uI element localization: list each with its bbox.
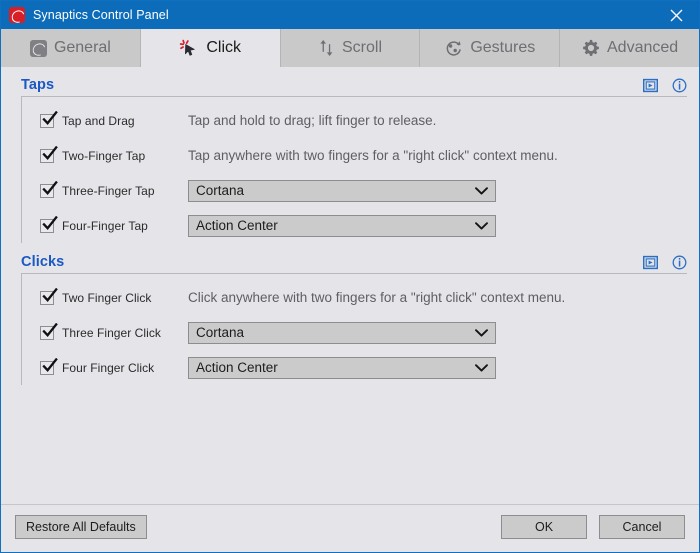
combo-wrap: Action CenterCortanaPlay/PauseMiddle Cli… bbox=[188, 356, 496, 379]
checkbox-label: Tap and Drag bbox=[62, 113, 135, 128]
checkbox-tap-and-drag[interactable]: Tap and Drag bbox=[40, 110, 188, 128]
ok-button[interactable]: OK bbox=[501, 514, 587, 539]
checkbox-label: Four-Finger Tap bbox=[62, 218, 148, 233]
checkbox-box bbox=[40, 110, 58, 128]
info-circle-icon[interactable] bbox=[672, 78, 687, 93]
rotate-fingers-icon bbox=[444, 39, 463, 57]
checkbox-box bbox=[40, 322, 58, 340]
synaptics-logo-icon bbox=[9, 7, 27, 25]
row-two-finger-tap: Two-Finger Tap Tap anywhere with two fin… bbox=[22, 138, 687, 173]
select-three-finger-tap-action[interactable]: CortanaAction CenterPlay/PauseMiddle Cli… bbox=[188, 179, 496, 202]
checkbox-box bbox=[40, 357, 58, 375]
combo-wrap: CortanaAction CenterPlay/PauseMiddle Cli… bbox=[188, 321, 496, 344]
checkbox-two-finger-click[interactable]: Two Finger Click bbox=[40, 287, 188, 305]
video-play-icon[interactable] bbox=[642, 78, 659, 93]
checkbox-two-finger-tap[interactable]: Two-Finger Tap bbox=[40, 145, 188, 163]
checkbox-three-finger-click[interactable]: Three Finger Click bbox=[40, 322, 188, 340]
window-title: Synaptics Control Panel bbox=[33, 8, 169, 22]
checkbox-label: Three-Finger Tap bbox=[62, 183, 155, 198]
combo-wrap: Action CenterCortanaPlay/PauseMiddle Cli… bbox=[188, 214, 496, 237]
row-description: Click anywhere with two fingers for a "r… bbox=[188, 290, 566, 305]
checkbox-box bbox=[40, 215, 58, 233]
check-icon bbox=[42, 215, 58, 230]
tab-advanced[interactable]: Advanced bbox=[560, 29, 699, 67]
row-three-finger-click: Three Finger Click CortanaAction CenterP… bbox=[22, 315, 687, 350]
up-down-arrows-icon bbox=[318, 39, 335, 57]
tab-advanced-label: Advanced bbox=[607, 39, 679, 56]
video-play-icon[interactable] bbox=[642, 255, 659, 270]
row-tap-and-drag: Tap and Drag Tap and hold to drag; lift … bbox=[22, 103, 687, 138]
cancel-button[interactable]: Cancel bbox=[599, 514, 685, 539]
checkbox-label: Three Finger Click bbox=[62, 325, 161, 340]
section-taps: Taps Tap and Drag Tap and hold to drag; … bbox=[1, 67, 699, 243]
section-clicks: Clicks Two Finger Click Click anywhere w… bbox=[1, 243, 699, 385]
dialog-footer: Restore All Defaults OK Cancel bbox=[1, 504, 699, 548]
taps-groupbox: Tap and Drag Tap and hold to drag; lift … bbox=[21, 96, 687, 243]
close-button[interactable] bbox=[653, 1, 699, 29]
section-taps-header: Taps bbox=[1, 74, 699, 96]
checkbox-four-finger-tap[interactable]: Four-Finger Tap bbox=[40, 215, 188, 233]
tab-general[interactable]: General bbox=[1, 29, 141, 67]
tab-gestures[interactable]: Gestures bbox=[420, 29, 561, 67]
tab-scroll-label: Scroll bbox=[341, 39, 382, 56]
checkbox-four-finger-click[interactable]: Four Finger Click bbox=[40, 357, 188, 375]
synaptics-control-panel-window: Synaptics Control Panel General Click Sc… bbox=[0, 0, 700, 553]
checkbox-label: Two Finger Click bbox=[62, 290, 152, 305]
tab-general-label: General bbox=[53, 39, 111, 56]
gear-icon bbox=[581, 39, 600, 58]
tab-click[interactable]: Click bbox=[140, 29, 280, 67]
close-icon bbox=[670, 9, 682, 21]
section-clicks-title: Clicks bbox=[21, 254, 65, 270]
row-four-finger-click: Four Finger Click Action CenterCortanaPl… bbox=[22, 350, 687, 385]
select-three-finger-click-action[interactable]: CortanaAction CenterPlay/PauseMiddle Cli… bbox=[188, 321, 496, 344]
section-clicks-icons bbox=[642, 255, 687, 270]
check-icon bbox=[42, 145, 58, 160]
check-icon bbox=[42, 180, 58, 195]
tab-strip: General Click Scroll Gestures Advanced bbox=[1, 29, 699, 67]
checkbox-box bbox=[40, 287, 58, 305]
row-description: Tap and hold to drag; lift finger to rel… bbox=[188, 113, 437, 128]
check-icon bbox=[42, 287, 58, 302]
click-settings-panel: Taps Tap and Drag Tap and hold to drag; … bbox=[1, 67, 699, 548]
checkbox-box bbox=[40, 180, 58, 198]
section-taps-title: Taps bbox=[21, 77, 55, 93]
section-clicks-header: Clicks bbox=[1, 251, 699, 273]
title-bar: Synaptics Control Panel bbox=[1, 1, 699, 29]
checkbox-label: Four Finger Click bbox=[62, 360, 155, 375]
select-four-finger-click-action[interactable]: Action CenterCortanaPlay/PauseMiddle Cli… bbox=[188, 356, 496, 379]
section-taps-icons bbox=[642, 78, 687, 93]
check-icon bbox=[42, 357, 58, 372]
check-icon bbox=[42, 322, 58, 337]
combo-wrap: CortanaAction CenterPlay/PauseMiddle Cli… bbox=[188, 179, 496, 202]
tab-scroll[interactable]: Scroll bbox=[279, 29, 421, 67]
row-two-finger-click: Two Finger Click Click anywhere with two… bbox=[22, 280, 687, 315]
restore-all-defaults-button[interactable]: Restore All Defaults bbox=[15, 514, 147, 539]
row-description: Tap anywhere with two fingers for a "rig… bbox=[188, 148, 558, 163]
row-three-finger-tap: Three-Finger Tap CortanaAction CenterPla… bbox=[22, 173, 687, 208]
row-four-finger-tap: Four-Finger Tap Action CenterCortanaPlay… bbox=[22, 208, 687, 243]
info-circle-icon[interactable] bbox=[672, 255, 687, 270]
select-four-finger-tap-action[interactable]: Action CenterCortanaPlay/PauseMiddle Cli… bbox=[188, 214, 496, 237]
clicks-groupbox: Two Finger Click Click anywhere with two… bbox=[21, 273, 687, 385]
checkbox-box bbox=[40, 145, 58, 163]
checkbox-label: Two-Finger Tap bbox=[62, 148, 146, 163]
tab-click-label: Click bbox=[206, 39, 242, 56]
tab-gestures-label: Gestures bbox=[470, 39, 536, 56]
check-icon bbox=[42, 110, 58, 125]
checkbox-three-finger-tap[interactable]: Three-Finger Tap bbox=[40, 180, 188, 198]
cursor-sparkle-icon bbox=[179, 38, 199, 58]
synaptics-logo-icon bbox=[29, 39, 48, 58]
